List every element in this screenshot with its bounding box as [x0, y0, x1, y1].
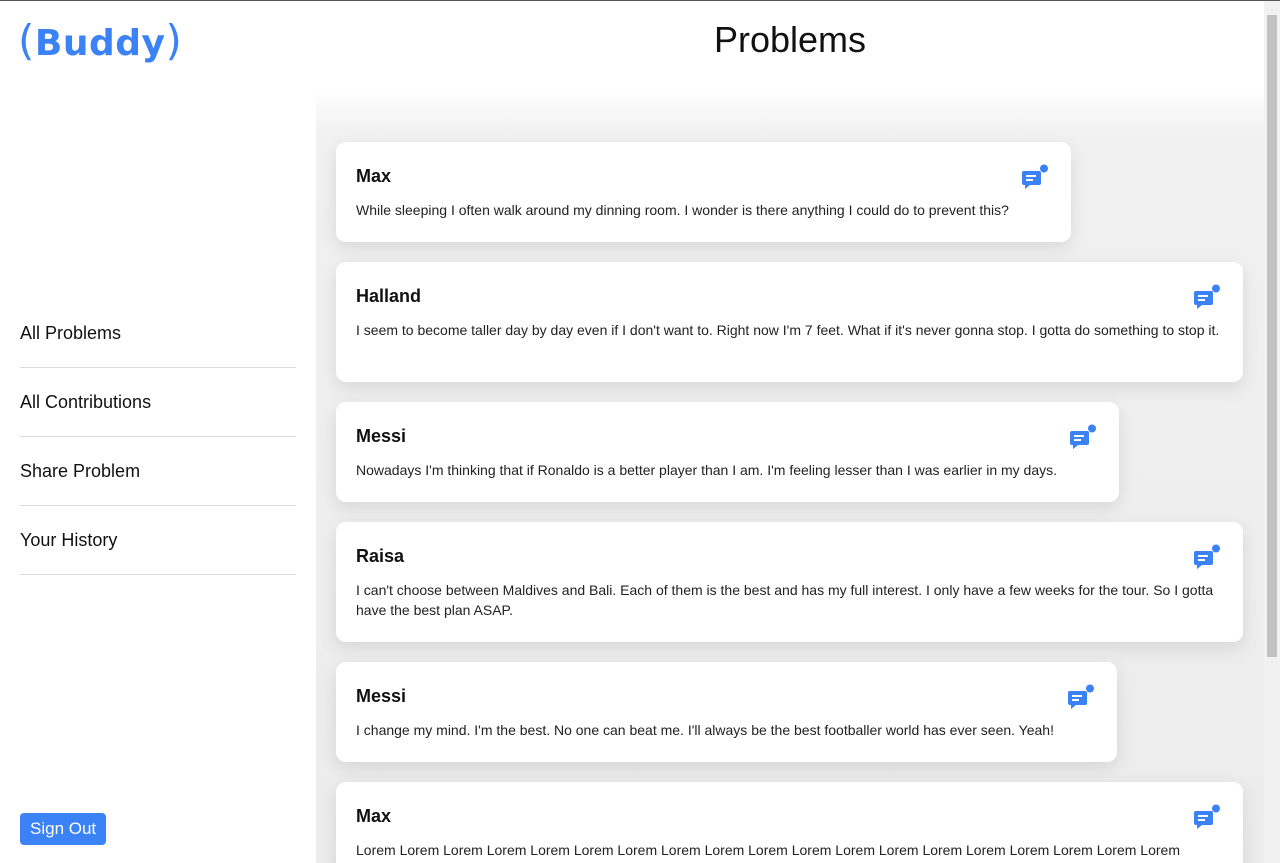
problem-list: Max While sleeping I often walk around m… [336, 142, 1244, 863]
page-title: Problems [713, 19, 867, 60]
problem-text: While sleeping I often walk around my di… [356, 202, 1009, 218]
logo-open-paren: ( [18, 16, 35, 65]
sidebar-item-your-history[interactable]: Your History [20, 506, 296, 575]
problem-card[interactable]: Halland I seem to become taller day by d… [336, 262, 1243, 382]
problem-author: Halland [356, 286, 422, 306]
chat-notification-icon[interactable] [1193, 804, 1221, 830]
main-content: Problems Max While sleeping I often walk… [316, 1, 1264, 863]
logo-text: Buddy [34, 23, 166, 64]
problem-author: Max [356, 806, 392, 826]
problem-text: Nowadays I'm thinking that if Ronaldo is… [356, 462, 1058, 478]
sidebar-nav: All Problems All Contributions Share Pro… [20, 299, 296, 575]
logo-close-paren: ) [165, 16, 183, 65]
sidebar-item-all-problems[interactable]: All Problems [20, 299, 296, 368]
problem-text: Lorem Lorem Lorem Lorem Lorem Lorem Lore… [356, 842, 1180, 858]
sidebar: (Buddy) All Problems All Contributions S… [0, 1, 316, 863]
chat-notification-icon[interactable] [1067, 684, 1095, 710]
problem-author: Raisa [356, 546, 405, 566]
chat-notification-icon[interactable] [1069, 424, 1097, 450]
problem-author: Max [356, 166, 392, 186]
problem-author: Messi [356, 686, 407, 706]
sidebar-item-all-contributions[interactable]: All Contributions [20, 368, 296, 437]
chat-notification-icon[interactable] [1193, 544, 1221, 570]
problem-card[interactable]: Max While sleeping I often walk around m… [336, 142, 1071, 242]
chat-notification-icon[interactable] [1193, 284, 1221, 310]
scrollbar-thumb[interactable] [1267, 15, 1277, 657]
problem-text: I seem to become taller day by day even … [356, 322, 1220, 338]
sign-out-button[interactable]: Sign Out [20, 813, 107, 845]
problem-card[interactable]: Messi Nowadays I'm thinking that if Rona… [336, 402, 1119, 502]
problem-card[interactable]: Max Lorem Lorem Lorem Lorem Lorem Lorem … [336, 782, 1243, 863]
sidebar-item-share-problem[interactable]: Share Problem [20, 437, 296, 506]
page-scrollbar[interactable] [1264, 1, 1280, 863]
problem-card[interactable]: Raisa I can't choose between Maldives an… [336, 522, 1243, 642]
problem-text: I change my mind. I'm the best. No one c… [356, 722, 1054, 738]
chat-notification-icon[interactable] [1021, 164, 1049, 190]
problem-author: Messi [356, 426, 407, 446]
problem-card[interactable]: Messi I change my mind. I'm the best. No… [336, 662, 1117, 762]
problem-text: I can't choose between Maldives and Bali… [356, 582, 1214, 618]
buddy-logo[interactable]: (Buddy) [18, 17, 182, 68]
